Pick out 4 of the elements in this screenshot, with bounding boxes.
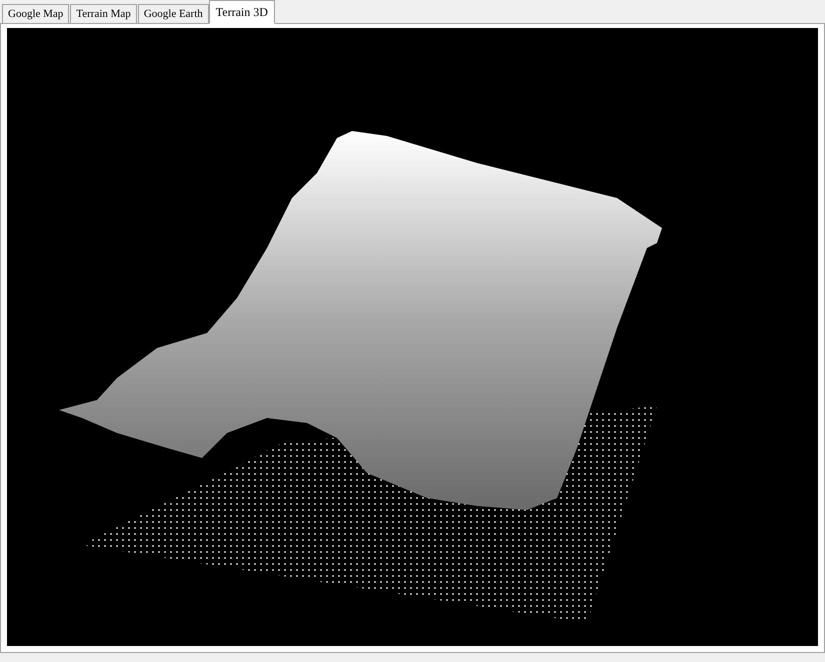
tab[interactable]: Terrain 3D: [208, 0, 275, 24]
tab[interactable]: Google Earth: [138, 4, 209, 24]
tab[interactable]: Google Map: [2, 4, 70, 24]
tab[interactable]: Terrain Map: [70, 4, 137, 24]
